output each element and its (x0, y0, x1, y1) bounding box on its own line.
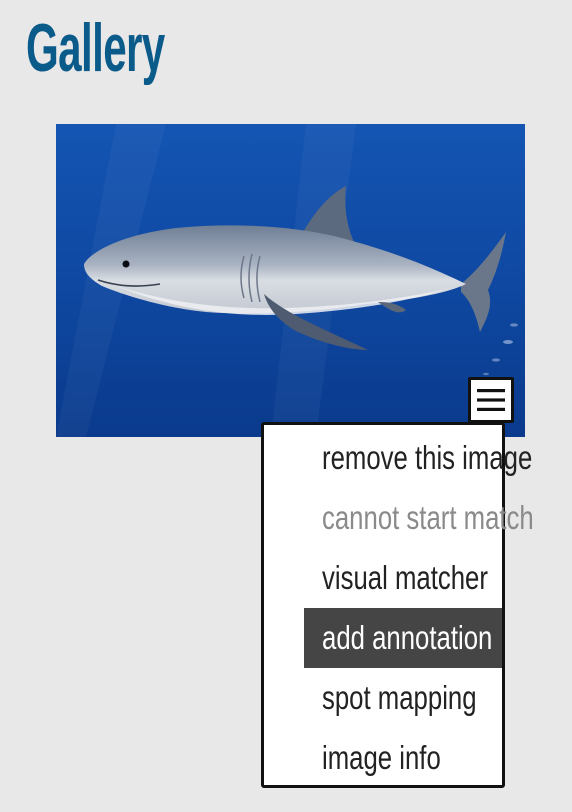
image-actions-menu: remove this image cannot start match vis… (261, 422, 534, 788)
hamburger-icon (477, 389, 505, 411)
menu-item-image-info[interactable]: image info (304, 728, 502, 788)
menu-item-remove-image[interactable]: remove this image (304, 428, 532, 488)
image-menu-button[interactable] (468, 377, 514, 423)
menu-item-visual-matcher[interactable]: visual matcher (304, 548, 502, 608)
gallery-image[interactable] (56, 124, 525, 437)
menu-item-spot-mapping[interactable]: spot mapping (304, 668, 502, 728)
menu-item-add-annotation[interactable]: add annotation (304, 608, 502, 668)
page-title: Gallery (26, 10, 165, 86)
menu-item-start-match: cannot start match (322, 499, 534, 536)
